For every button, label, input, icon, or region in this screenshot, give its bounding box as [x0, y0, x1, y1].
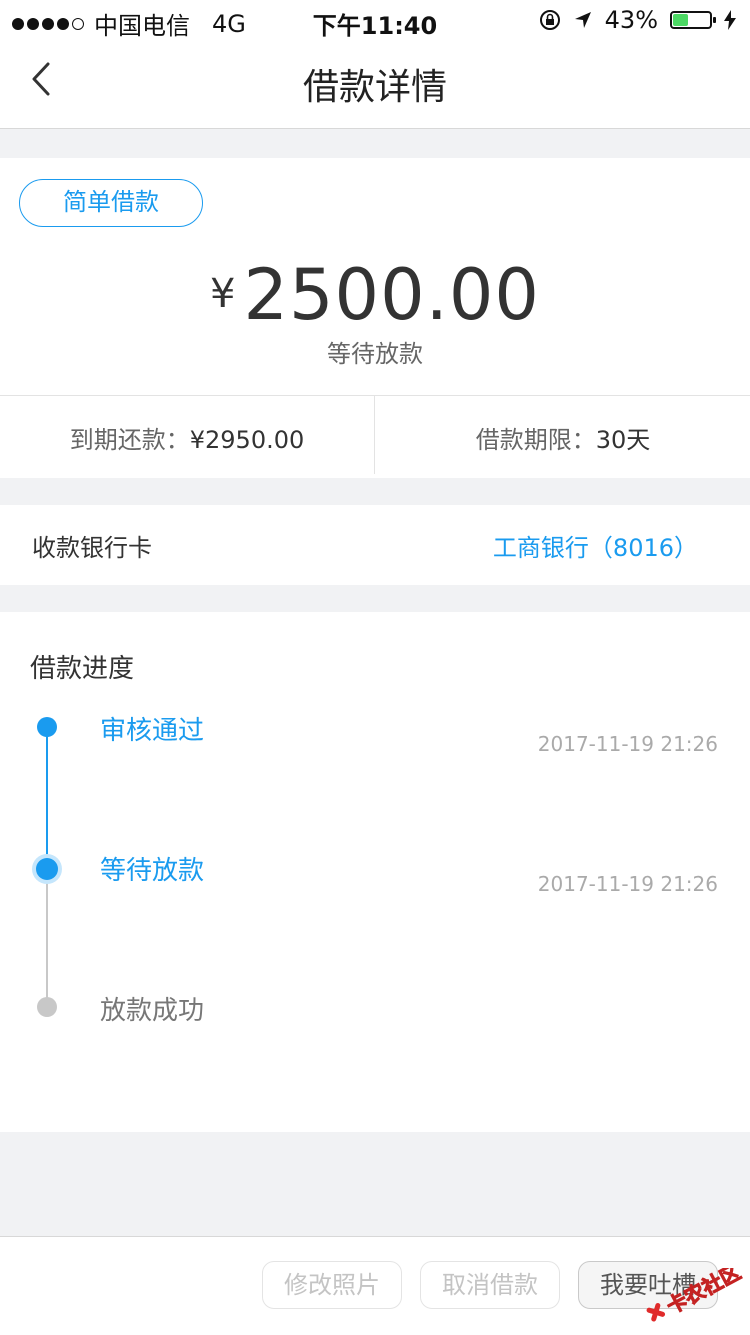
watermark-logo: 卡农社区	[646, 1268, 744, 1322]
step-label-awaiting: 等待放款	[100, 856, 205, 886]
step-label-approved: 审核通过	[100, 716, 205, 746]
rotation-lock-icon	[539, 10, 560, 30]
due-repayment-label: 到期还款：	[69, 426, 190, 454]
loan-summary-card: 简单借款 ¥2500.00 等待放款 到期还款：¥2950.00 借款期限：30…	[0, 158, 750, 478]
amount-value: 2500.00	[243, 254, 540, 336]
cancel-loan-button[interactable]: 取消借款	[420, 1261, 560, 1309]
due-repayment: 到期还款：¥2950.00	[0, 396, 374, 479]
step-time-approved: 2017-11-19 21:26	[537, 732, 718, 756]
location-arrow-icon	[574, 12, 591, 28]
bank-card-value[interactable]: 工商银行（8016）	[493, 528, 698, 563]
loan-summary-row: 到期还款：¥2950.00 借款期限：30天	[0, 395, 750, 479]
charging-icon	[724, 10, 736, 30]
step-time-awaiting: 2017-11-19 21:26	[537, 872, 718, 896]
due-repayment-value: ¥2950.00	[189, 426, 305, 454]
status-bar: 中国电信 4G 下午11:40 43%	[0, 0, 750, 40]
loan-term-label: 借款期限：	[475, 426, 596, 454]
page-title: 借款详情	[302, 67, 447, 108]
status-right: 43%	[539, 6, 736, 34]
loan-status: 等待放款	[327, 340, 423, 368]
modify-photo-button[interactable]: 修改照片	[262, 1261, 402, 1309]
summary-divider	[374, 396, 375, 474]
loan-term: 借款期限：30天	[376, 396, 750, 479]
bank-card-row[interactable]: 收款银行卡 工商银行（8016）	[0, 505, 750, 585]
currency-symbol: ¥	[210, 271, 236, 317]
step-done-dot	[37, 717, 57, 737]
timeline-line-pending	[46, 869, 48, 1007]
battery-percent: 43%	[604, 6, 658, 34]
step-current-dot	[32, 854, 62, 884]
progress-title: 借款进度	[30, 654, 135, 684]
timeline-line-active	[46, 727, 48, 869]
step-pending-dot	[37, 997, 57, 1017]
battery-icon	[670, 11, 716, 29]
nav-bar: 借款详情	[0, 40, 750, 129]
loan-term-value: 30天	[595, 426, 651, 454]
svg-text:卡农社区: 卡农社区	[663, 1268, 744, 1319]
loan-type-badge: 简单借款	[19, 179, 203, 227]
bank-card-label: 收款银行卡	[32, 534, 152, 562]
loan-amount: ¥2500.00	[0, 254, 750, 336]
loan-progress-card: 借款进度 审核通过 2017-11-19 21:26 等待放款 2017-11-…	[0, 612, 750, 1132]
step-label-disbursed: 放款成功	[100, 996, 205, 1026]
